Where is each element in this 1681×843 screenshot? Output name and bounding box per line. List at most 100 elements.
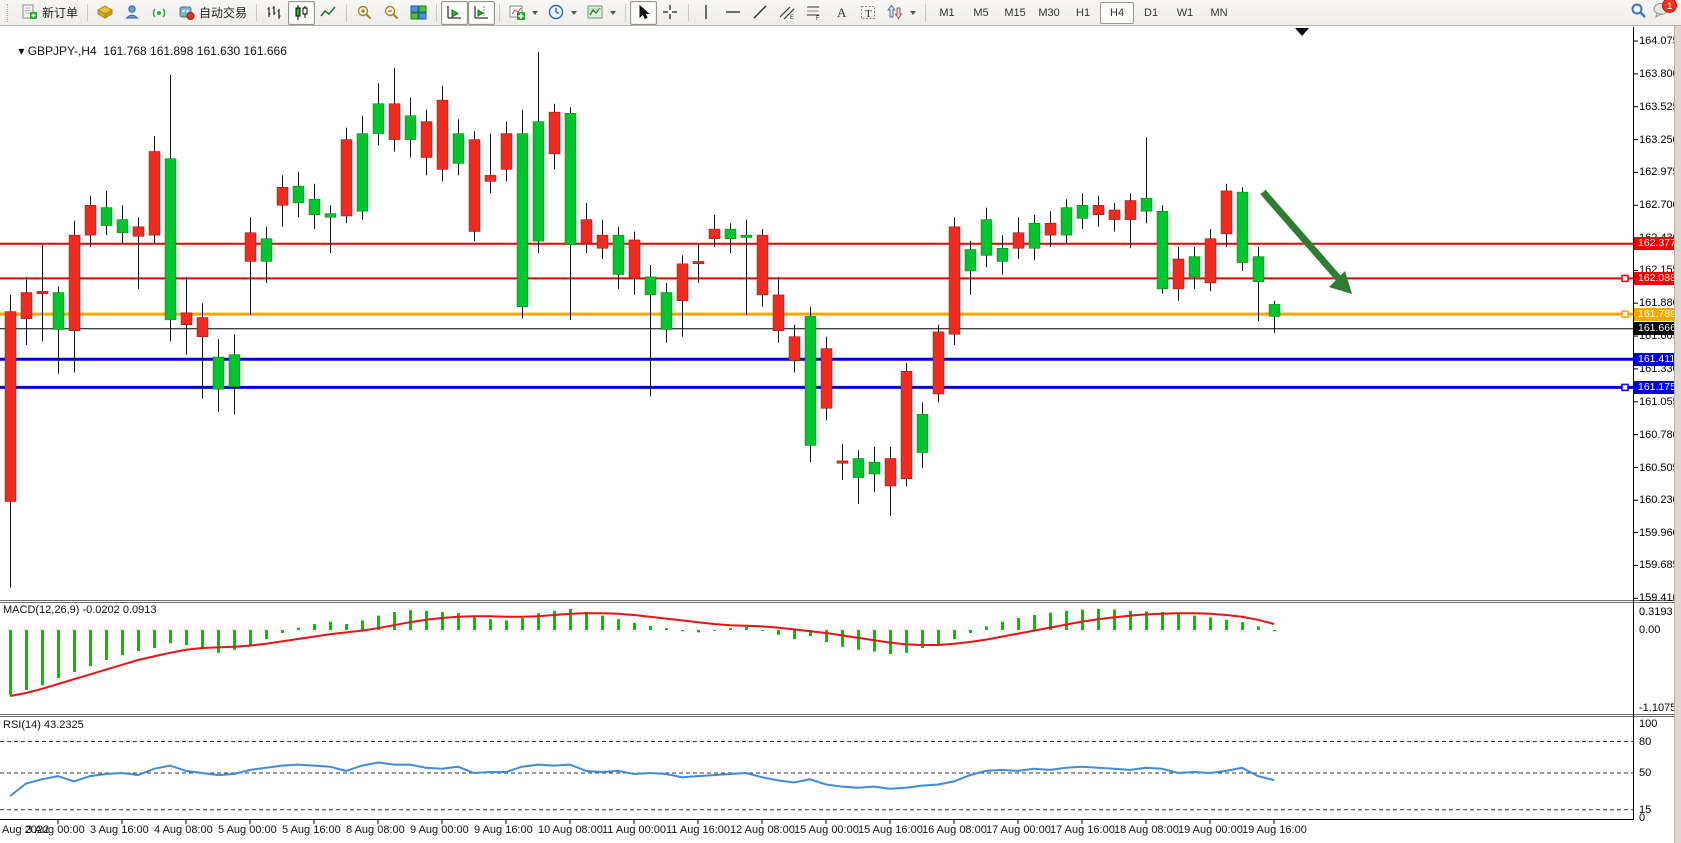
new-order-button[interactable]: 新订单	[16, 1, 83, 25]
channel-icon: E	[779, 4, 796, 21]
rsi-label: RSI(14) 43.2325	[3, 719, 84, 731]
price-tick-label: 163.800	[1639, 68, 1679, 80]
timeframe-w1-button[interactable]: W1	[1168, 2, 1202, 24]
toolbar-separator	[256, 4, 257, 22]
market-watch-button[interactable]	[92, 1, 119, 25]
signals-button[interactable]	[146, 1, 173, 25]
quote-low: 161.630	[197, 44, 240, 58]
svg-text:F: F	[816, 16, 820, 21]
pane-separators[interactable]	[0, 601, 1681, 717]
dropdown-caret-icon[interactable]	[910, 11, 916, 15]
vline-button[interactable]	[693, 1, 720, 25]
price-tick-label: 159.685	[1639, 559, 1679, 571]
price-tick-label: 162.975	[1639, 166, 1679, 178]
text-button[interactable]: A	[828, 1, 855, 25]
rsi-axis-label: 0	[1639, 812, 1645, 824]
svg-text:T: T	[865, 8, 872, 20]
timeframe-m5-button[interactable]: M5	[964, 2, 998, 24]
mt4-window: 新订单自动交易EFAT M1M5M15M30H1H4D1W1MN 1 ▾ GBP…	[0, 0, 1681, 843]
chart-line-button[interactable]	[315, 1, 342, 25]
zoom-out-icon	[383, 4, 400, 21]
chart-candles-icon	[293, 4, 310, 21]
search-icon	[1630, 2, 1647, 19]
time-tick-label: 11 Aug 00:00	[602, 824, 666, 836]
tile-windows-icon	[410, 4, 427, 21]
rsi-axis-label: 80	[1639, 736, 1651, 748]
price-tick-label: 160.505	[1639, 462, 1679, 474]
shapes-icon	[887, 4, 904, 21]
time-tick-label: 5 Aug 16:00	[282, 824, 341, 836]
cursor-button[interactable]	[630, 1, 657, 25]
top-triangle-marker[interactable]	[1295, 28, 1309, 36]
indicators-button[interactable]	[504, 1, 543, 25]
toolbar-separator	[87, 4, 88, 22]
autotrade-button[interactable]: 自动交易	[173, 1, 252, 25]
auto-scroll-button[interactable]	[441, 1, 468, 25]
shapes-button[interactable]	[882, 1, 921, 25]
templates-button[interactable]	[582, 1, 621, 25]
chart-context-icon[interactable]: ▾	[18, 44, 27, 58]
market-watch-icon	[97, 4, 114, 21]
time-tick-label: 5 Aug 00:00	[218, 824, 277, 836]
toolbar-separator	[436, 4, 437, 22]
time-tick-label: 15 Aug 16:00	[858, 824, 923, 836]
time-tick-label: 9 Aug 16:00	[474, 824, 533, 836]
price-tick-label: 161.055	[1639, 396, 1679, 408]
toolbar-separator	[688, 4, 689, 22]
indicators-icon	[509, 4, 526, 21]
price-tick-label: 160.780	[1639, 429, 1679, 441]
chart-surface[interactable]	[0, 0, 1681, 843]
fibonacci-icon: F	[806, 4, 823, 21]
time-tick-label: 17 Aug 00:00	[986, 824, 1051, 836]
search-button[interactable]	[1630, 2, 1647, 24]
time-tick-label: 12 Aug 08:00	[730, 824, 795, 836]
chart-candles-button[interactable]	[288, 1, 315, 25]
hline-162.088[interactable]	[0, 275, 1633, 281]
timeframe-d1-button[interactable]: D1	[1134, 2, 1168, 24]
hline-161.789[interactable]	[0, 311, 1633, 317]
chart-shift-icon	[473, 4, 490, 21]
timeframe-h1-button[interactable]: H1	[1066, 2, 1100, 24]
time-tick-label: 19 Aug 00:00	[1178, 824, 1243, 836]
macd-axis-label: 0.3193	[1639, 606, 1673, 618]
time-tick-label: 10 Aug 08:00	[538, 824, 603, 836]
chart-shift-button[interactable]	[468, 1, 495, 25]
timeframe-m1-button[interactable]: M1	[930, 2, 964, 24]
dropdown-caret-icon[interactable]	[610, 11, 616, 15]
zoom-in-button[interactable]	[351, 1, 378, 25]
tile-windows-button[interactable]	[405, 1, 432, 25]
hline-button[interactable]	[720, 1, 747, 25]
timeframe-m15-button[interactable]: M15	[998, 2, 1032, 24]
toolbar-buttons: 新订单 自动交易 E F AT	[16, 1, 921, 25]
price-tick-label: 162.700	[1639, 199, 1679, 211]
dropdown-caret-icon[interactable]	[532, 11, 538, 15]
time-tick-label: 11 Aug 16:00	[666, 824, 730, 836]
chart-bars-button[interactable]	[261, 1, 288, 25]
label-button[interactable]: T	[855, 1, 882, 25]
new-order-button-label: 新订单	[42, 4, 78, 21]
fibonacci-button[interactable]: F	[801, 1, 828, 25]
timeframe-mn-button[interactable]: MN	[1202, 2, 1236, 24]
toolbar: 新订单 自动交易 E F AT M1M5M15M30H1H4D1W1MN 1	[0, 0, 1681, 26]
price-tick-label: 159.410	[1639, 592, 1679, 604]
navigator-button[interactable]	[119, 1, 146, 25]
periods-button[interactable]	[543, 1, 582, 25]
dropdown-caret-icon[interactable]	[571, 11, 577, 15]
crosshair-button[interactable]	[657, 1, 684, 25]
macd-label: MACD(12,26,9) -0.0202 0.0913	[3, 604, 156, 616]
channel-button[interactable]: E	[774, 1, 801, 25]
timeframe-m30-button[interactable]: M30	[1032, 2, 1066, 24]
rsi-axis-label: 50	[1639, 767, 1651, 779]
macd-axis-label: 0.00	[1639, 624, 1660, 636]
timeframe-h4-button[interactable]: H4	[1100, 2, 1134, 24]
toolbar-right: 1	[1630, 2, 1677, 24]
hline-161.175[interactable]	[0, 384, 1633, 390]
quote-open: 161.768	[103, 44, 146, 58]
toolbar-separator	[499, 4, 500, 22]
trendline-button[interactable]	[747, 1, 774, 25]
notifications-button[interactable]: 1	[1653, 2, 1671, 23]
time-tick-label: 3 Aug 00:00	[26, 824, 85, 836]
auto-scroll-icon	[446, 4, 463, 21]
zoom-out-button[interactable]	[378, 1, 405, 25]
templates-icon	[587, 4, 604, 21]
